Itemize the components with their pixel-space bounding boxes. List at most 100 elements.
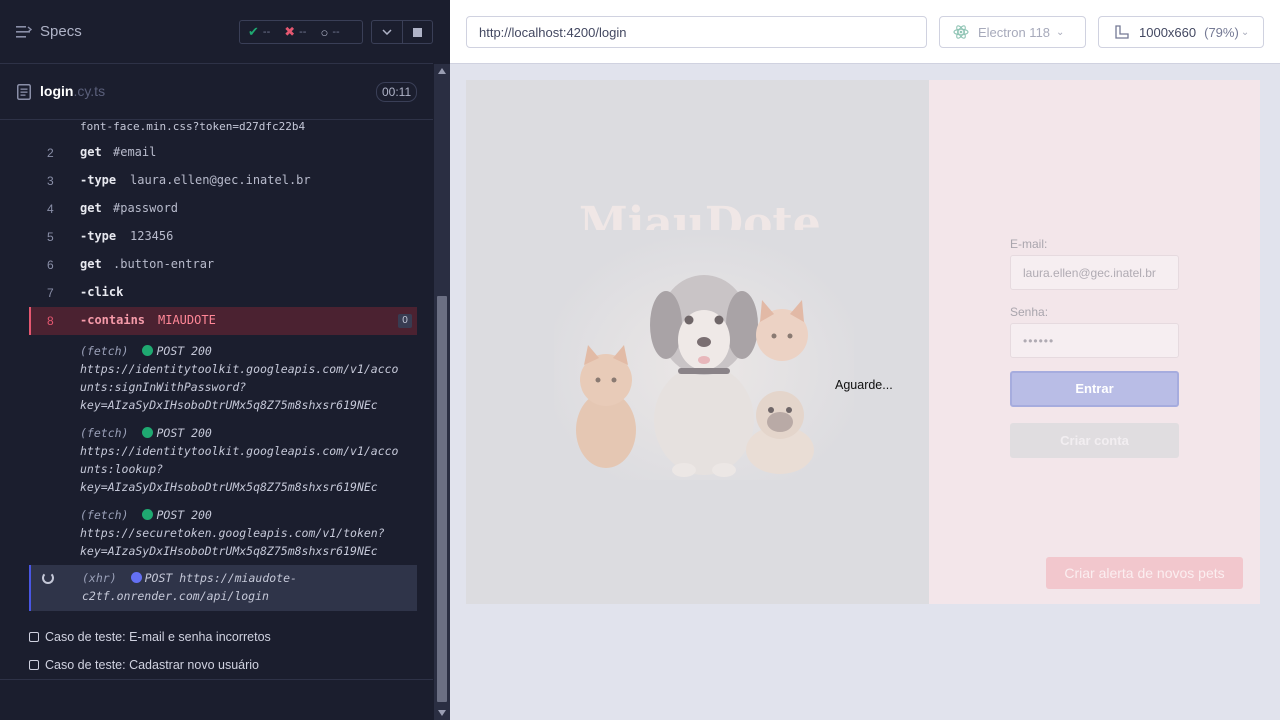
command-message: laura.ellen@gec.inatel.br: [130, 173, 311, 187]
request-entry[interactable]: (fetch) POST 200 https://securetoken.goog…: [80, 506, 415, 560]
command-message: #email: [113, 145, 157, 159]
viewport-size: 1000x660: [1139, 24, 1197, 40]
pets-illustration: [554, 230, 854, 480]
status-dot-icon: [142, 345, 154, 356]
command-row[interactable]: 6 get .button-entrar: [29, 251, 417, 279]
command-number: 2: [47, 146, 54, 160]
chevron-down-icon: ⌄: [1240, 26, 1250, 38]
aut-header: http://localhost:4200/login Electron 118…: [450, 0, 1280, 64]
document-icon: [17, 84, 31, 100]
command-number: 6: [47, 258, 54, 272]
password-field[interactable]: ••••••: [1010, 323, 1179, 358]
command-log: font-face.min.css?token=d27dfc22b4 2 get…: [0, 120, 433, 678]
pending-dot-icon: [130, 572, 142, 583]
test-stats: ✔ -- ✖ -- ○ --: [239, 20, 363, 44]
command-row[interactable]: 4 get #password: [29, 195, 417, 223]
password-label: Senha:: [1010, 305, 1049, 319]
scroll-down-arrow-icon[interactable]: [438, 710, 446, 716]
command-name: -type: [80, 173, 117, 187]
request-url-line: unts:signInWithPassword?: [80, 380, 247, 394]
failed-command-row[interactable]: 8 -contains MIAUDOTE 0: [29, 307, 417, 335]
create-account-button[interactable]: Criar conta: [1010, 423, 1179, 458]
stop-button[interactable]: [401, 21, 432, 43]
command-row[interactable]: 5 -type 123456: [29, 223, 417, 251]
test-case-row[interactable]: Caso de teste: E-mail e senha incorretos: [29, 630, 271, 644]
request-entry[interactable]: (fetch) POST 200 https://identitytoolkit.…: [80, 342, 415, 414]
request-kind: (fetch): [80, 426, 129, 440]
command-name: -contains: [80, 313, 146, 327]
reporter-header: Specs ✔ -- ✖ -- ○ --: [0, 0, 433, 64]
command-row[interactable]: 7 -click: [29, 279, 417, 307]
command-number: 5: [47, 230, 54, 244]
ruler-icon: [1115, 25, 1129, 39]
pending-count: --: [332, 26, 340, 38]
viewport-info[interactable]: 1000x660 (79%) ⌄: [1098, 16, 1264, 48]
request-kind: (fetch): [80, 508, 129, 522]
checkbox-icon: [29, 660, 39, 670]
email-field[interactable]: laura.ellen@gec.inatel.br: [1010, 255, 1179, 290]
request-status: POST 200: [156, 508, 212, 522]
command-row[interactable]: 2 get #email: [29, 139, 417, 167]
request-url-line: POST https://miaudote-: [144, 571, 297, 585]
request-kind: (xhr): [82, 571, 117, 585]
command-message: 123456: [130, 229, 174, 243]
spinner-icon: ○: [320, 24, 329, 40]
request-url-line: key=AIzaSyDxIHsoboDtrUMx5q8Z75m8shxsr619…: [80, 398, 378, 412]
url-bar[interactable]: http://localhost:4200/login: [466, 16, 927, 48]
x-icon: ✖: [284, 24, 296, 39]
failed-stat: ✖ --: [284, 24, 306, 40]
pet-alert-button[interactable]: Criar alerta de novos pets: [1046, 557, 1243, 589]
passed-count: --: [262, 26, 271, 38]
zoom-level: (79%): [1204, 24, 1239, 40]
spec-file-bar: login.cy.ts 00:11: [0, 65, 433, 120]
reporter-panel: Specs ✔ -- ✖ -- ○ -- login.cy.ts 00:11 f…: [0, 0, 450, 720]
browser-selector[interactable]: Electron 118 ⌄: [939, 16, 1086, 48]
pending-stat: ○ --: [320, 25, 339, 40]
pending-request-row[interactable]: (xhr) POST https://miaudote- c2tf.onrende…: [29, 565, 417, 611]
chevron-down-icon: [382, 29, 392, 35]
request-url-line: c2tf.onrender.com/api/login: [82, 589, 269, 603]
request-status: POST 200: [156, 426, 212, 440]
request-url-line: key=AIzaSyDxIHsoboDtrUMx5q8Z75m8shxsr619…: [80, 544, 378, 558]
request-entry[interactable]: (fetch) POST 200 https://identitytoolkit.…: [80, 424, 415, 496]
specs-label[interactable]: Specs: [40, 23, 82, 40]
spec-file-ext: .cy.ts: [73, 83, 106, 99]
checkbox-icon: [29, 632, 39, 642]
spec-file-name: login.cy.ts: [40, 83, 105, 99]
request-status: POST 200: [156, 344, 212, 358]
request-kind: (fetch): [80, 344, 129, 358]
loading-text: Aguarde...: [835, 378, 893, 392]
scroll-thumb[interactable]: [437, 296, 447, 702]
command-name: -type: [80, 229, 117, 243]
browser-label: Electron 118: [978, 24, 1051, 40]
passed-stat: ✔ --: [248, 24, 270, 40]
spec-file-base: login: [40, 83, 74, 99]
test-case-title: Caso de teste: E-mail e senha incorretos: [45, 630, 271, 644]
truncated-url: font-face.min.css?token=d27dfc22b4: [80, 120, 306, 133]
command-name: -click: [80, 285, 124, 299]
reporter-scrollbar[interactable]: [434, 64, 450, 720]
email-label: E-mail:: [1010, 237, 1048, 251]
request-url-line: key=AIzaSyDxIHsoboDtrUMx5q8Z75m8shxsr619…: [80, 480, 378, 494]
element-count-badge: 0: [398, 314, 412, 328]
chevron-down-icon: ⌄: [1056, 26, 1065, 38]
expand-button[interactable]: [372, 21, 402, 43]
failed-count: --: [299, 26, 307, 38]
request-url-line: https://identitytoolkit.googleapis.com/v…: [80, 444, 399, 458]
command-name: get: [80, 257, 102, 271]
login-button[interactable]: Entrar: [1010, 371, 1179, 407]
app-hero-section: MiauDote Aguarde...: [466, 80, 929, 604]
loading-spinner-icon: [42, 572, 54, 584]
run-controls: [371, 20, 433, 44]
command-message: MIAUDOTE: [158, 313, 216, 327]
command-row[interactable]: 3 -type laura.ellen@gec.inatel.br: [29, 167, 417, 195]
scroll-up-arrow-icon[interactable]: [438, 68, 446, 74]
command-number: 8: [47, 314, 54, 328]
test-case-row[interactable]: Caso de teste: Cadastrar novo usuário: [29, 658, 259, 672]
command-number: 3: [47, 174, 54, 188]
specs-list-icon[interactable]: [16, 25, 32, 39]
command-name: get: [80, 201, 102, 215]
request-url-line: https://securetoken.googleapis.com/v1/to…: [80, 526, 385, 540]
command-number: 4: [47, 202, 54, 216]
test-case-title: Caso de teste: Cadastrar novo usuário: [45, 658, 260, 672]
